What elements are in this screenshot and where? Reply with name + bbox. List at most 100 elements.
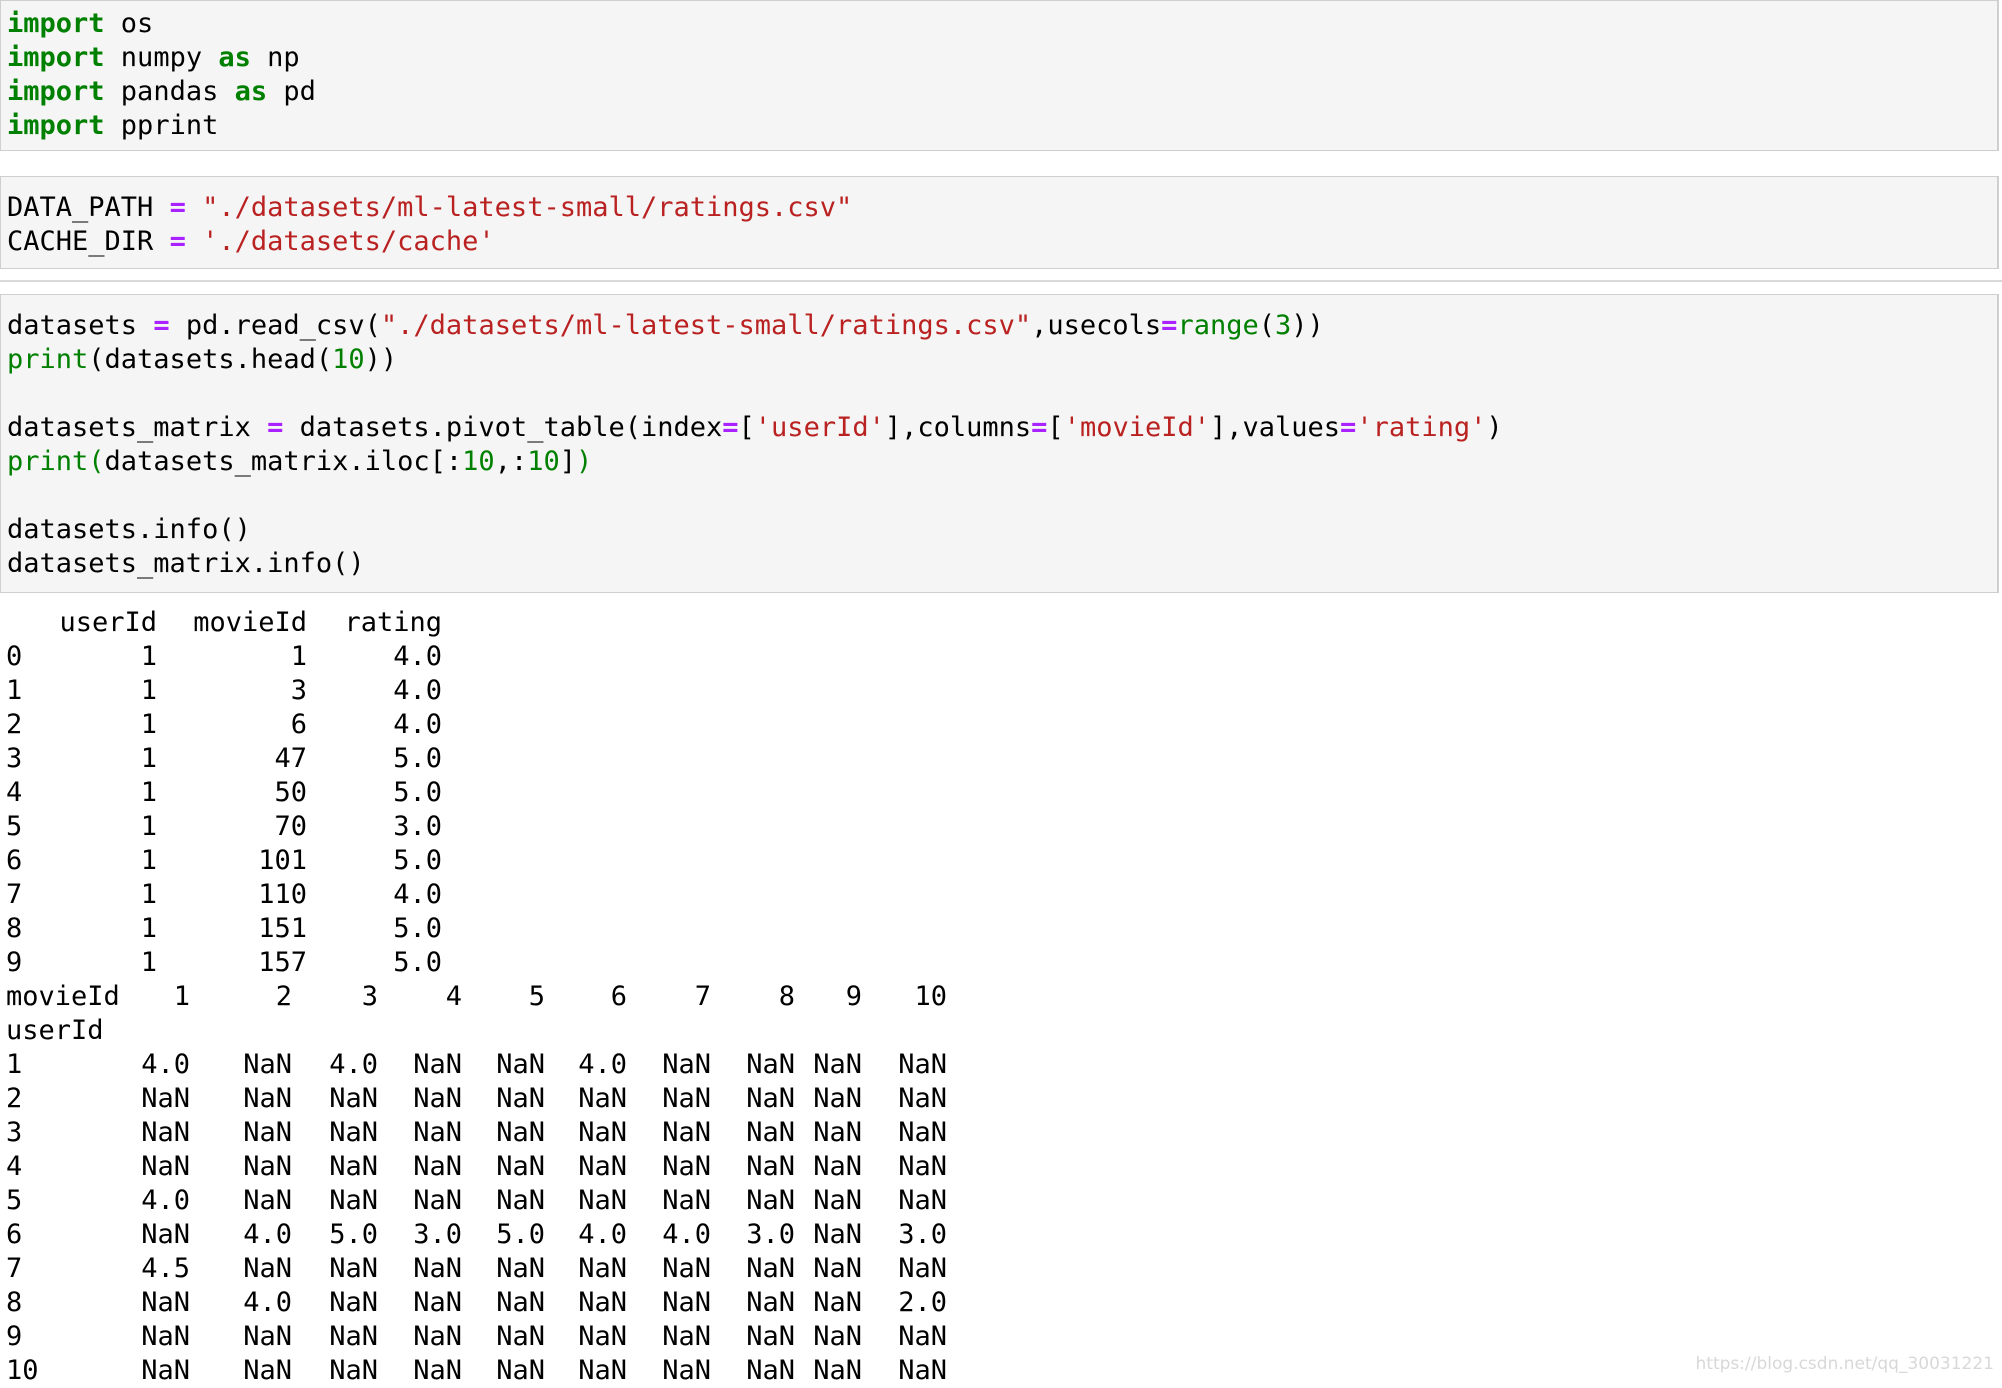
code-line: import pandas as pd [7,76,316,107]
table-cell: NaN [496,1083,545,1114]
table-cell: 3.0 [898,1219,947,1250]
code-line: datasets_matrix = datasets.pivot_table(i… [7,412,1503,443]
table-cell: 4.0 [243,1219,292,1250]
table-cell: 1 [140,777,157,808]
code-line: datasets = pd.read_csv("./datasets/ml-la… [7,310,1324,341]
table-cell: 4.5 [141,1253,190,1284]
table-cell: 4.0 [662,1219,711,1250]
table-cell: NaN [496,1117,545,1148]
table-cell: 4.0 [141,1185,190,1216]
table-cell: 4.0 [578,1219,627,1250]
table-cell: NaN [813,1253,862,1284]
code-line: DATA_PATH = "./datasets/ml-latest-small/… [7,192,853,223]
table-cell: NaN [813,1151,862,1182]
table-cell: NaN [746,1049,795,1080]
table-cell: NaN [243,1117,292,1148]
row-index: 2 [6,1083,23,1114]
table-cell: NaN [413,1117,462,1148]
column-header: movieId [193,607,307,638]
table-cell: NaN [243,1185,292,1216]
table-cell: NaN [898,1049,947,1080]
table-cell: NaN [141,1117,190,1148]
table-cell: NaN [578,1287,627,1318]
code-line: import pprint [7,110,219,141]
table-cell: NaN [662,1117,711,1148]
table-cell: 1 [140,709,157,740]
table-cell: NaN [496,1049,545,1080]
table-cell: NaN [746,1321,795,1352]
table-cell: 1 [140,947,157,978]
table-cell: NaN [329,1287,378,1318]
column-header: userId [59,607,157,638]
code-line: datasets.info() [7,514,251,545]
table-cell: NaN [578,1253,627,1284]
table-cell: NaN [141,1321,190,1352]
code-cell-main[interactable]: datasets = pd.read_csv("./datasets/ml-la… [0,294,1999,593]
table-cell: 5.0 [393,743,442,774]
code-cell-imports[interactable]: import os import numpy as np import pand… [0,0,1999,151]
code-line: print(datasets_matrix.iloc[:10,:10]) [7,446,593,477]
row-index: 10 [6,1355,39,1386]
code-line: import numpy as np [7,42,300,73]
table-cell: 5.0 [393,913,442,944]
table-cell: NaN [813,1321,862,1352]
table-cell: 1 [140,641,157,672]
table-cell: NaN [898,1151,947,1182]
table-cell: NaN [329,1355,378,1386]
cell-output: userId movieId rating 0 1 1 4.0 1 1 3 4.0 2 1 6 4.0 3 1 4… [0,600,1999,1386]
table-cell: 70 [274,811,307,842]
table-cell: NaN [413,1287,462,1318]
table-cell: NaN [662,1151,711,1182]
table-cell: 4.0 [393,641,442,672]
table-cell: NaN [813,1355,862,1386]
table-cell: NaN [813,1083,862,1114]
table-cell: NaN [413,1083,462,1114]
table-cell: NaN [578,1083,627,1114]
table-cell: NaN [662,1083,711,1114]
table-cell: NaN [578,1185,627,1216]
table-cell: NaN [496,1185,545,1216]
table-cell: NaN [413,1185,462,1216]
code-line: import os [7,8,154,39]
table-cell: NaN [243,1151,292,1182]
row-index: 7 [6,1253,23,1284]
table-cell: 5.0 [496,1219,545,1250]
table-cell: NaN [496,1321,545,1352]
table-cell: 4.0 [578,1049,627,1080]
table-cell: NaN [578,1117,627,1148]
code-cell-paths[interactable]: DATA_PATH = "./datasets/ml-latest-small/… [0,176,1999,269]
watermark: https://blog.csdn.net/qq_30031221 [1695,1354,1994,1374]
table-cell: NaN [243,1321,292,1352]
table-cell: 4.0 [393,675,442,706]
column-header: 8 [778,981,795,1012]
table-cell: NaN [746,1083,795,1114]
table-cell: 4.0 [393,709,442,740]
column-header: 6 [610,981,627,1012]
table-cell: 4.0 [393,879,442,910]
table-cell: NaN [329,1117,378,1148]
table-cell: 47 [274,743,307,774]
table-cell: NaN [141,1083,190,1114]
table-cell: NaN [662,1321,711,1352]
table-cell: 5.0 [393,845,442,876]
table-cell: NaN [746,1287,795,1318]
table-cell: NaN [662,1185,711,1216]
table-cell: NaN [496,1287,545,1318]
column-header: 3 [361,981,378,1012]
table-cell: NaN [496,1355,545,1386]
table-cell: NaN [413,1049,462,1080]
table-cell: NaN [898,1253,947,1284]
table-cell: 151 [258,913,307,944]
row-index: 8 [6,1287,23,1318]
table-cell: 1 [140,845,157,876]
table-cell: NaN [813,1287,862,1318]
table-cell: NaN [496,1151,545,1182]
column-header: 1 [173,981,190,1012]
table-cell: 6 [290,709,307,740]
table-cell: 3 [290,675,307,706]
code-line: datasets_matrix.info() [7,548,365,579]
table-cell: NaN [329,1151,378,1182]
table-cell: 4.0 [329,1049,378,1080]
column-header: 9 [845,981,862,1012]
code-line: print(datasets.head(10)) [7,344,398,375]
